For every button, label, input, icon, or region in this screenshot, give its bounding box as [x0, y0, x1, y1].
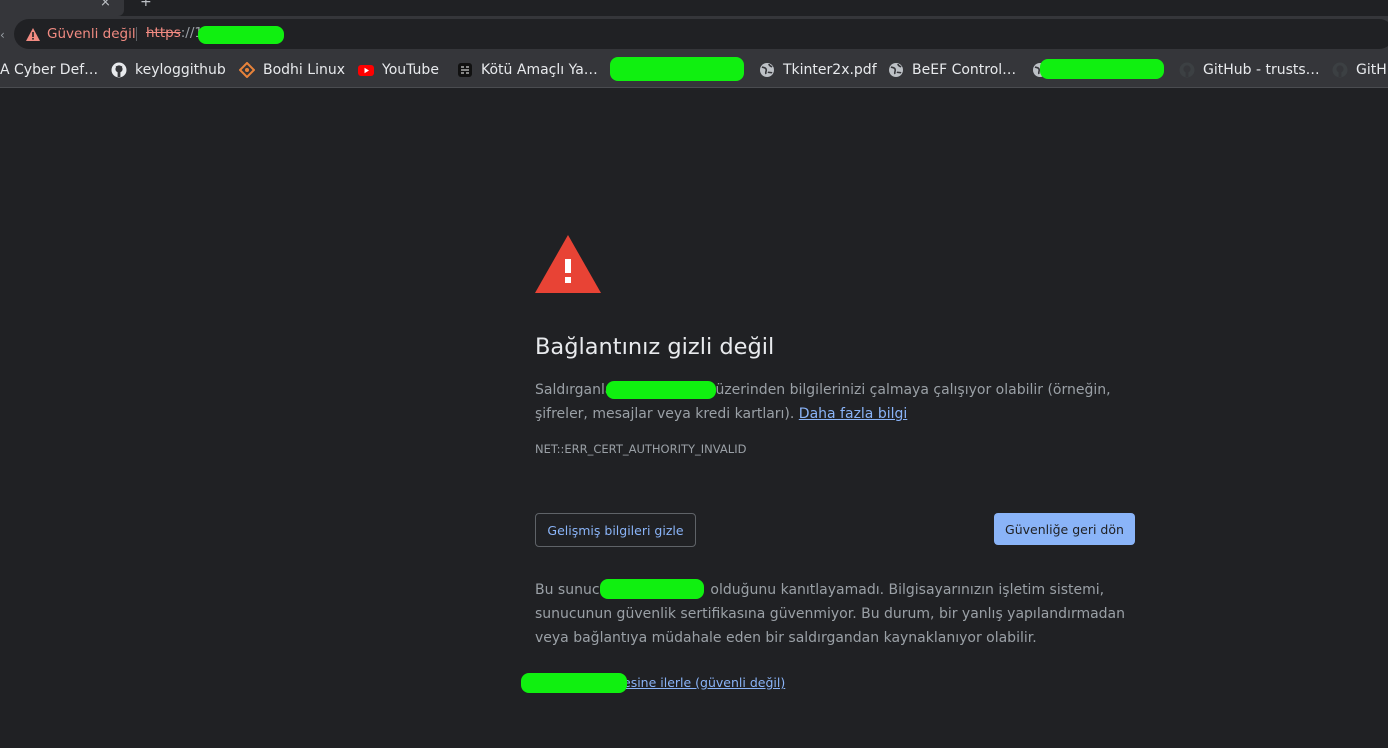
learn-more-link[interactable]: Daha fazla bilgi [799, 406, 907, 422]
new-tab-icon[interactable]: + [140, 0, 152, 10]
tab-close-icon[interactable]: × [100, 0, 111, 10]
warning-icon [26, 27, 40, 41]
bookmark-github-trusts[interactable]: GitHub - trusts… [1179, 60, 1320, 80]
bodhi-icon [239, 62, 255, 78]
bookmark-github-more[interactable]: GitH [1332, 60, 1387, 80]
nav-edge-icon: ‹ [0, 28, 5, 42]
redaction-mark [610, 57, 744, 81]
github-icon [1332, 62, 1348, 78]
bookmark-label: YouTube [382, 62, 439, 78]
bookmark-youtube[interactable]: YouTube [358, 60, 439, 80]
warning-triangle-icon [535, 235, 601, 293]
error-code: NET::ERR_CERT_AUTHORITY_INVALID [535, 442, 747, 456]
bookmark-label: Bodhi Linux [263, 62, 345, 78]
bookmark-label: Kötü Amaçlı Ya… [481, 62, 598, 78]
details-start: Bu sunucu [535, 582, 609, 598]
bookmarks-bar: A Cyber Def… keyloggithub Bodhi Linux Yo… [0, 52, 1388, 88]
bookmark-label: keyloggithub [135, 62, 226, 78]
redaction-mark [600, 579, 704, 599]
redaction-mark [606, 381, 716, 399]
description-start: Saldırganla [535, 382, 614, 398]
globe-icon [759, 62, 775, 78]
omnibox-divider [136, 27, 137, 41]
security-chip[interactable]: Güvenli değil [26, 25, 136, 43]
redaction-mark [1040, 59, 1164, 79]
back-to-safety-button[interactable]: Güvenliğe geri dön [994, 513, 1135, 545]
globe-icon [888, 62, 904, 78]
github-icon [111, 62, 127, 78]
redaction-mark [521, 673, 627, 693]
url-text[interactable]: https://1 [146, 25, 203, 41]
bookmark-label: BeEF Control… [912, 62, 1017, 78]
bookmark-keyloggithub[interactable]: keyloggithub [111, 60, 226, 80]
redaction-mark [198, 26, 284, 44]
bookmark-label: A Cyber Def… [0, 62, 99, 78]
site-icon [457, 62, 473, 78]
bookmark-cyber-def[interactable]: A Cyber Def… [0, 60, 98, 80]
bookmark-beef-control[interactable]: BeEF Control… [888, 60, 1016, 80]
bookmark-label: GitH [1356, 62, 1387, 78]
bookmark-label: Tkinter2x.pdf [783, 62, 877, 78]
security-label: Güvenli değil [47, 26, 136, 42]
proceed-unsafe-link[interactable]: esine ilerle (güvenli değil) [623, 675, 785, 690]
bookmark-bodhi-linux[interactable]: Bodhi Linux [239, 60, 345, 80]
youtube-icon [358, 62, 374, 78]
tab-strip: × + [0, 0, 1388, 16]
url-scheme: https [146, 25, 181, 41]
omnibox[interactable]: ‹ Güvenli değil https://1 [0, 19, 1388, 49]
bookmark-tkinter-pdf[interactable]: Tkinter2x.pdf [759, 60, 877, 80]
advanced-toggle-button[interactable]: Gelişmiş bilgileri gizle [535, 513, 696, 547]
bookmark-label: GitHub - trusts… [1203, 62, 1320, 78]
active-tab[interactable]: × [0, 0, 124, 16]
bookmark-kotu-amacli[interactable]: Kötü Amaçlı Ya… [457, 60, 598, 80]
toolbar: ‹ Güvenli değil https://1 [0, 16, 1388, 52]
github-icon [1179, 62, 1195, 78]
page-title: Bağlantınız gizli değil [535, 334, 775, 360]
